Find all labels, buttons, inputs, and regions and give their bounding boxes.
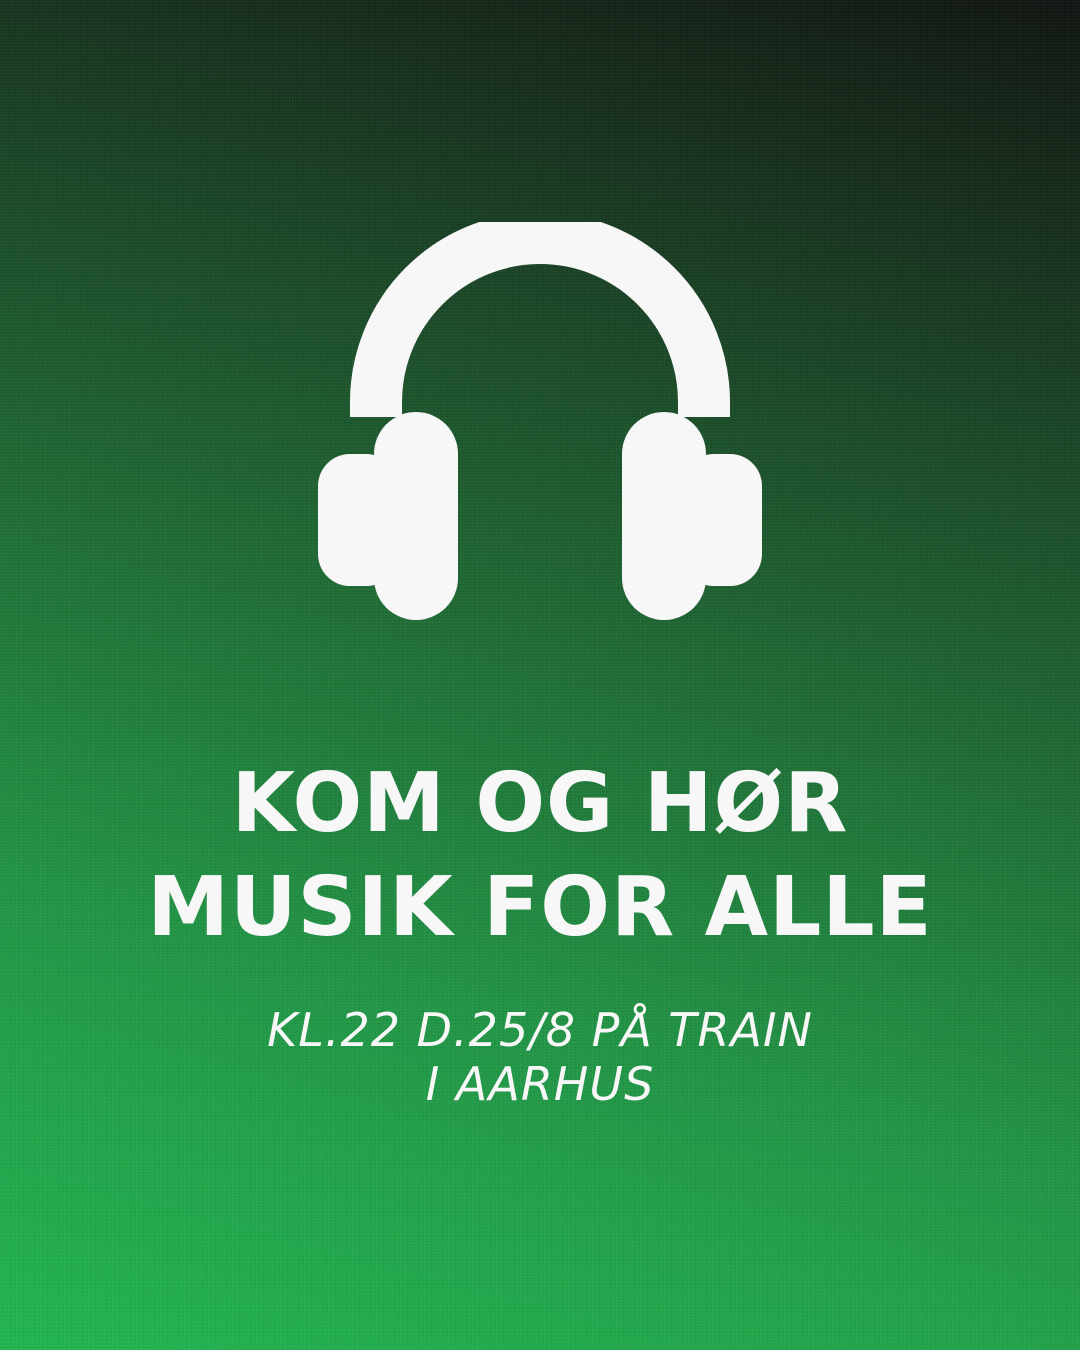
event-details-line-1: KL.22 D.25/8 PÅ TRAIN — [267, 1003, 813, 1057]
grain-overlay — [0, 0, 1080, 1350]
headline: KOM OG HØR MUSIK FOR ALLE — [0, 752, 1080, 960]
headline-line-1: KOM OG HØR — [231, 756, 849, 851]
headphones-icon — [318, 222, 762, 620]
headline-line-2: MUSIK FOR ALLE — [147, 860, 933, 955]
poster: KOM OG HØR MUSIK FOR ALLE KL.22 D.25/8 P… — [0, 0, 1080, 1350]
event-details-line-2: I AARHUS — [425, 1057, 655, 1111]
event-details: KL.22 D.25/8 PÅ TRAIN I AARHUS — [0, 1003, 1080, 1111]
